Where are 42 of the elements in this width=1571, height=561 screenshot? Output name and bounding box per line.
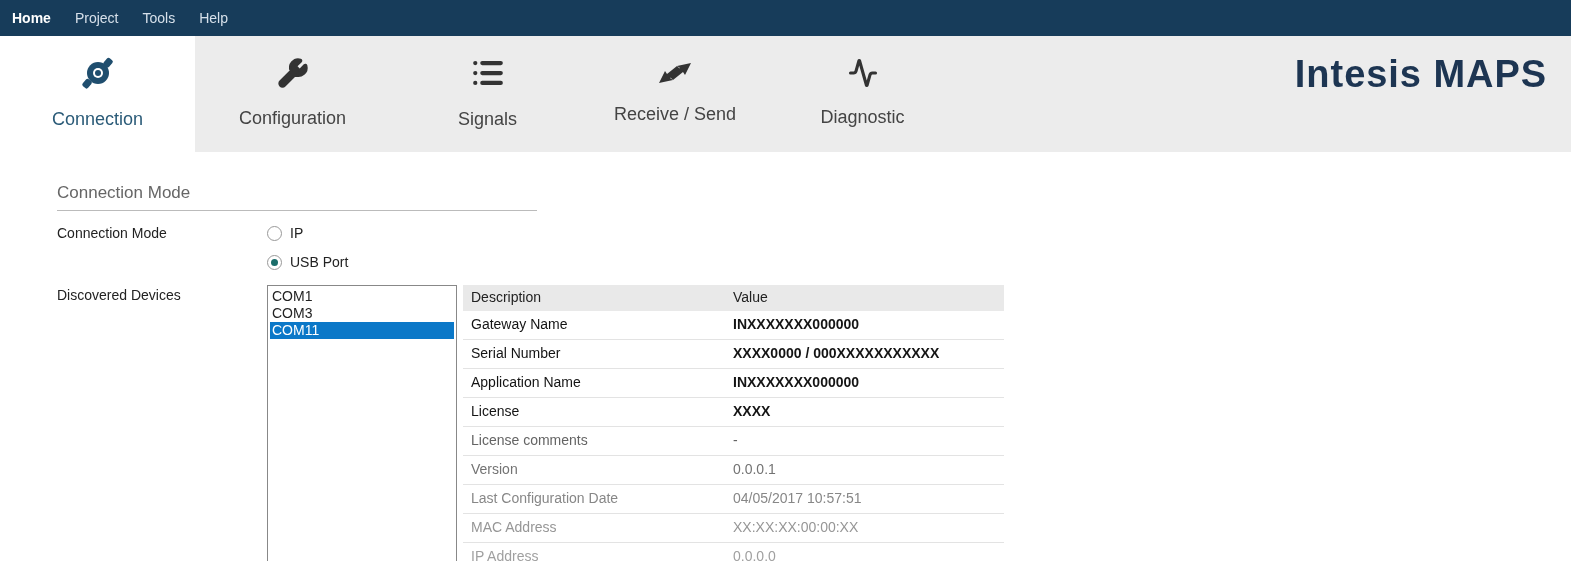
ribbon-tab[interactable]: Receive / Send <box>585 36 765 152</box>
menu-item[interactable]: Tools <box>142 7 176 29</box>
table-cell-text: 0.0.0.1 <box>732 460 777 479</box>
ribbon-tab[interactable]: Configuration <box>195 36 390 152</box>
ribbon-tab[interactable]: Diagnostic <box>765 36 960 152</box>
radio-option[interactable]: USB Port <box>267 251 349 273</box>
app-logo: Intesis MAPS <box>1294 51 1547 97</box>
list-item[interactable]: COM11 <box>270 321 454 339</box>
table-cell-text: XXXX0000 / 000XXXXXXXXXXX <box>732 344 941 363</box>
section-title: Connection Mode <box>57 180 537 211</box>
table-cell-text: Application Name <box>470 373 582 392</box>
arrows-icon <box>657 60 693 85</box>
table-cell-text: License <box>470 402 521 421</box>
list-item[interactable]: COM1 <box>270 287 454 305</box>
table-cell-text: License comments <box>470 431 589 450</box>
connector-icon <box>80 55 115 90</box>
radio-option[interactable]: IP <box>267 222 349 244</box>
menu-item[interactable]: Project <box>74 7 119 29</box>
ribbon-tab[interactable]: Signals <box>390 36 585 152</box>
table-cell-text: IP Address <box>470 547 540 561</box>
table-cell-text: Version <box>470 460 519 479</box>
table-cell-text: 0.0.0.0 <box>732 547 777 561</box>
field-label: Discovered Devices <box>57 285 182 305</box>
wrench-icon <box>276 56 309 89</box>
pulse-icon <box>847 57 878 88</box>
list-item[interactable]: COM3 <box>270 304 454 322</box>
column-header: Value <box>732 288 769 307</box>
table-cell-text: - <box>732 431 739 450</box>
ribbon-tab[interactable]: Connection <box>0 36 195 152</box>
table-cell-text: MAC Address <box>470 518 558 537</box>
table-cell-text: Gateway Name <box>470 315 569 334</box>
table-cell-text: Last Configuration Date <box>470 489 620 508</box>
table-cell-text: XXXX <box>732 402 772 421</box>
field-label: Connection Mode <box>57 223 168 243</box>
column-header: Description <box>470 288 543 307</box>
table-cell-text: Serial Number <box>470 344 562 363</box>
table-cell-text: INXXXXXXX000000 <box>732 315 861 334</box>
menu-item[interactable]: Home <box>12 7 51 29</box>
table-cell-text: INXXXXXXX000000 <box>732 373 861 392</box>
table-cell-text: XX:XX:XX:00:00:XX <box>732 518 860 537</box>
menu-item[interactable]: Help <box>199 7 228 29</box>
table-cell-text: 04/05/2017 10:57:51 <box>732 489 863 508</box>
